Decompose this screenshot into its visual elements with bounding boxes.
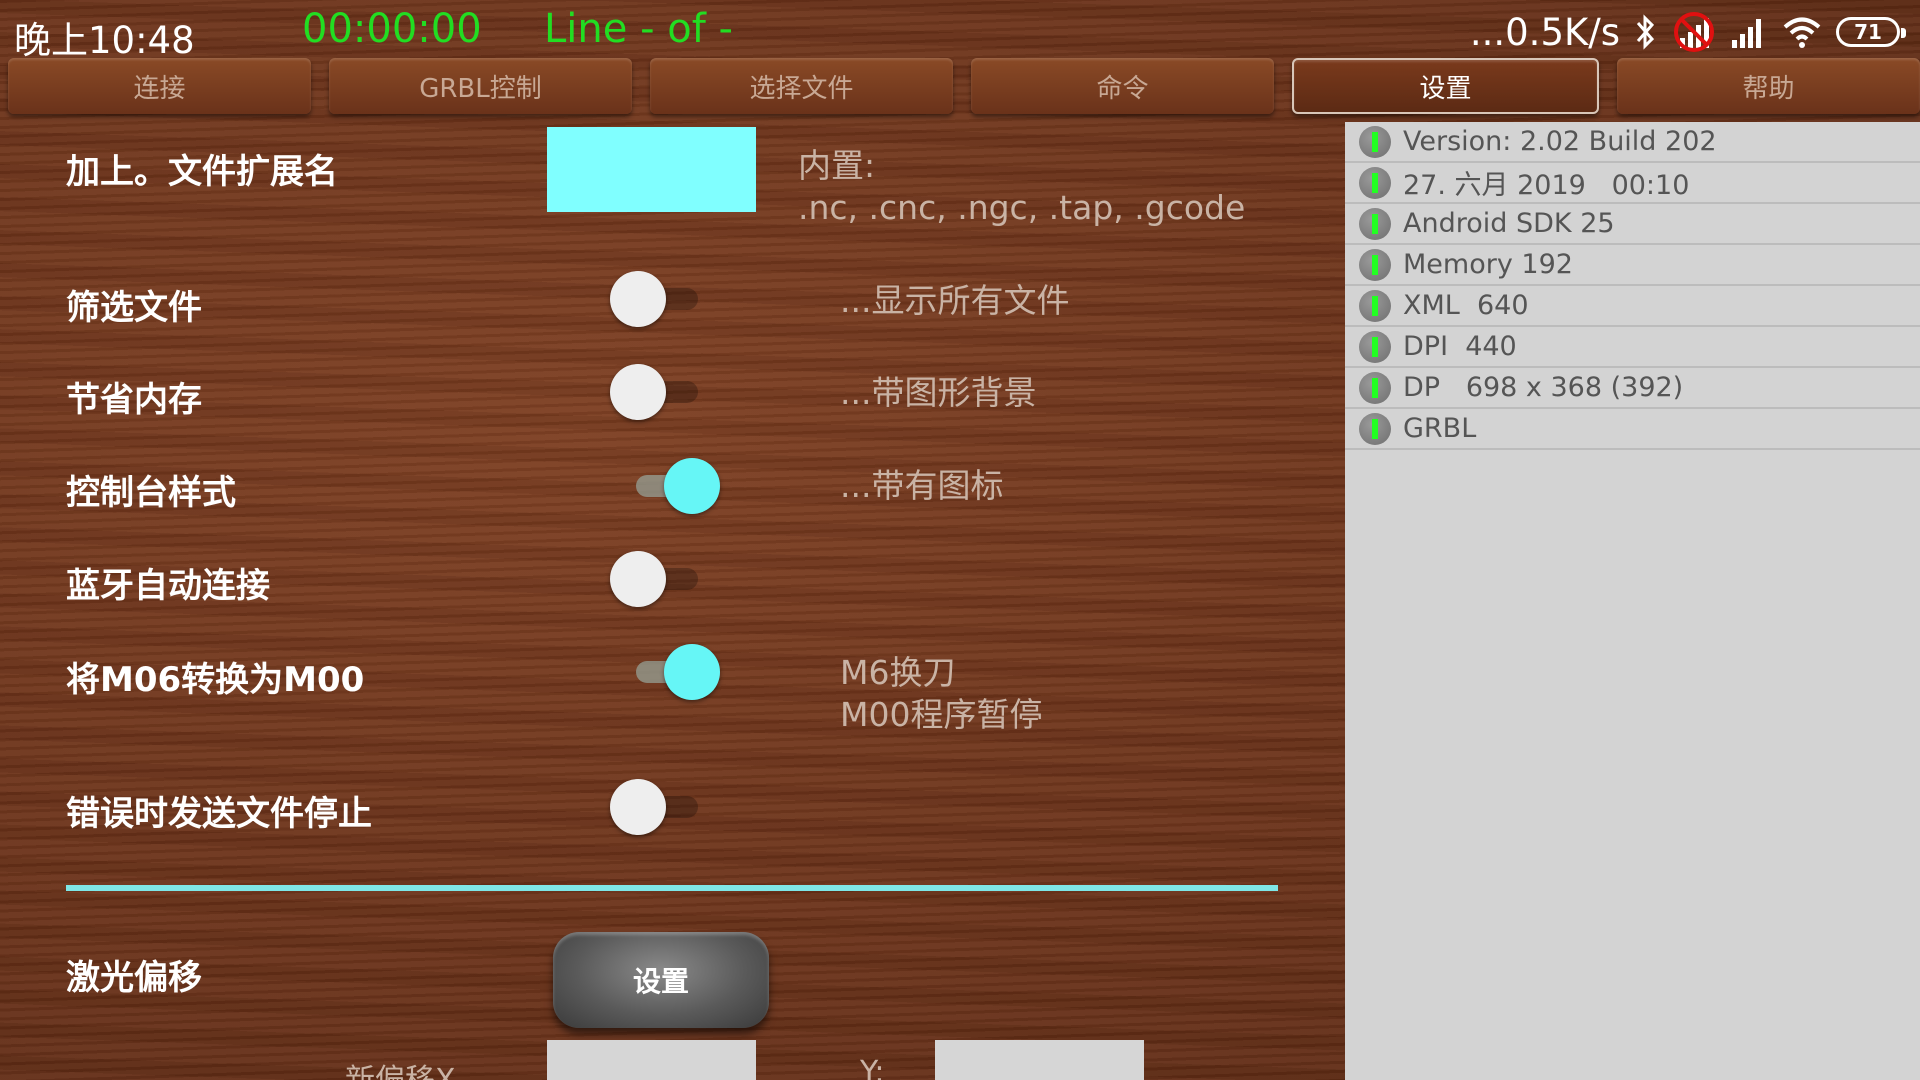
network-speed: ...0.5K/s [1469,10,1620,54]
m06-to-m00-toggle[interactable] [610,641,720,701]
tab-settings[interactable]: 设置 [1292,58,1599,114]
info-row-dpi: DPI 440 [1345,327,1920,368]
info-icon [1359,371,1391,404]
info-version: Version: 2.02 Build 202 [1403,126,1717,157]
signal-blocked-icon [1672,10,1716,54]
info-row-dp: DP 698 x 368 (392) [1345,368,1920,409]
save-memory-label: 节省内存 [66,380,202,420]
line-progress: Line - of - [544,6,733,52]
info-icon [1359,248,1391,281]
tab-commands[interactable]: 命令 [971,58,1274,114]
tab-connect[interactable]: 连接 [8,58,311,114]
clock: 晚上10:48 [14,19,195,62]
laser-offset-set-button[interactable]: 设置 [553,932,769,1028]
info-dp: DP 698 x 368 (392) [1403,372,1684,403]
filter-files-toggle[interactable] [610,268,720,328]
save-memory-toggle[interactable] [610,361,720,421]
info-icon [1359,125,1391,158]
m06-to-m00-label: 将M06转换为M00 [66,660,365,700]
console-style-desc: ...带有图标 [840,466,1004,505]
info-grbl: GRBL [1403,413,1477,444]
tab-select-file[interactable]: 选择文件 [650,58,953,114]
filter-files-desc: ...显示所有文件 [840,281,1070,320]
info-date: 27. 六月 2019 00:10 [1403,170,1690,201]
tab-bar: 连接 GRBL控制 选择文件 命令 设置 帮助 [8,58,1920,120]
info-sdk: Android SDK 25 [1403,208,1615,239]
info-row-version: Version: 2.02 Build 202 [1345,122,1920,163]
new-offset-x-label: 新偏移X [345,1055,456,1080]
info-icon [1359,330,1391,363]
new-offset-x-input[interactable] [547,1040,756,1080]
settings-panel: 加上。文件扩展名 内置: .nc, .cnc, .ngc, .tap, .gco… [0,122,1345,1080]
app-root: 晚上10:48 00:00:00 Line - of - ...0.5K/s 7… [0,0,1920,1080]
info-row-sdk: Android SDK 25 [1345,204,1920,245]
bt-autoconnect-label: 蓝牙自动连接 [66,566,270,606]
wifi-icon [1782,14,1822,50]
info-dpi: DPI 440 [1403,331,1517,362]
extension-label: 加上。文件扩展名 [66,152,338,192]
section-divider [66,885,1278,891]
bluetooth-icon [1634,14,1658,50]
extension-desc: 内置: .nc, .cnc, .ngc, .tap, .gcode [798,146,1246,227]
info-row-memory: Memory 192 [1345,245,1920,286]
stop-on-error-label: 错误时发送文件停止 [66,794,372,834]
info-row-xml: XML 640 [1345,286,1920,327]
info-icon [1359,207,1391,240]
status-bar: 晚上10:48 00:00:00 Line - of - ...0.5K/s 7… [0,0,1920,62]
save-memory-desc: ...带图形背景 [840,373,1037,412]
tab-grbl-control[interactable]: GRBL控制 [329,58,632,114]
bt-autoconnect-toggle[interactable] [610,548,720,608]
info-icon [1359,166,1391,199]
m06-to-m00-desc: M6换刀 M00程序暂停 [840,653,1043,734]
info-memory: Memory 192 [1403,249,1573,280]
info-row-grbl: GRBL [1345,409,1920,450]
info-panel: Version: 2.02 Build 202 27. 六月 2019 00:1… [1345,122,1920,1080]
new-offset-y-input[interactable] [935,1040,1144,1080]
tab-help[interactable]: 帮助 [1617,58,1920,114]
signal-icon [1730,14,1768,50]
status-icons: ...0.5K/s 71 [1469,8,1906,56]
battery-level: 71 [1854,20,1882,44]
filter-files-label: 筛选文件 [66,288,202,328]
console-style-label: 控制台样式 [66,473,236,513]
console-style-toggle[interactable] [610,455,720,515]
battery-icon: 71 [1836,17,1906,47]
stop-on-error-toggle[interactable] [610,776,720,836]
info-icon [1359,412,1391,445]
info-xml: XML 640 [1403,290,1529,321]
laser-offset-label: 激光偏移 [66,958,202,998]
info-icon [1359,289,1391,322]
job-timer: 00:00:00 [302,6,482,52]
extension-input[interactable] [547,127,756,212]
info-row-date: 27. 六月 2019 00:10 [1345,163,1920,204]
new-offset-y-label: Y: [860,1055,885,1080]
